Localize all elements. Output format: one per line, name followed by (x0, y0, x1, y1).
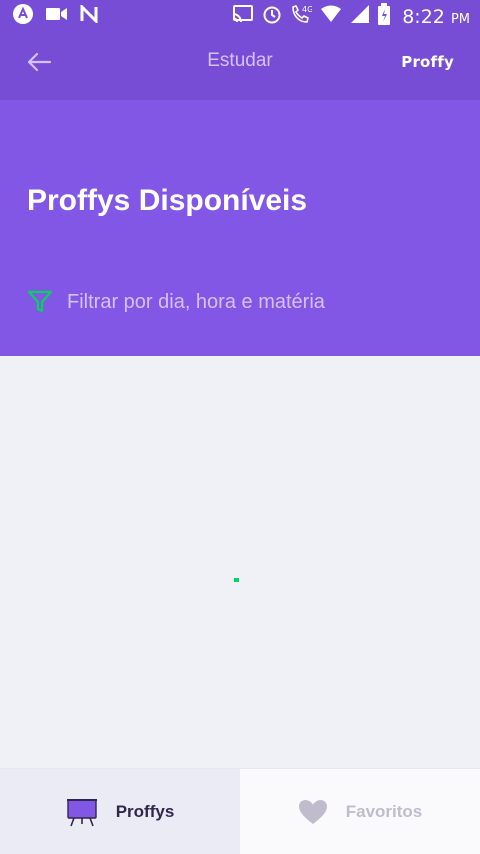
battery-icon (378, 3, 391, 30)
tab-label-favoritos: Favoritos (345, 802, 423, 821)
wifi-icon (320, 5, 342, 28)
filter-icon (27, 290, 53, 314)
filter-label: Filtrar por dia, hora e matéria (67, 290, 325, 313)
filter-toggle[interactable]: Filtrar por dia, hora e matéria (27, 290, 325, 314)
status-bar: 4G 8:22 PM (0, 0, 480, 33)
tab-label-proffys: Proffys (115, 802, 175, 821)
loading-indicator (234, 578, 239, 582)
header-title: Proffys Disponíveis (27, 184, 308, 217)
signal-icon (350, 4, 370, 29)
clock-time: 8:22 (402, 5, 445, 28)
bottom-tab-bar: Proffys Favoritos (0, 768, 480, 854)
react-native-icon (12, 3, 34, 30)
clock: 8:22 PM (402, 6, 470, 28)
cast-icon (232, 5, 254, 28)
network-type-label: 4G (302, 5, 312, 14)
alarm-icon (262, 4, 282, 29)
clock-ampm: PM (450, 11, 470, 27)
tab-favoritos[interactable]: Favoritos (240, 769, 480, 854)
n-icon (80, 3, 98, 28)
heart-icon (298, 799, 328, 825)
top-bar: Estudar Proffy (0, 33, 480, 100)
page-header: Proffys Disponíveis Filtrar por dia, hor… (0, 100, 480, 356)
video-camera-icon (46, 6, 68, 27)
back-button[interactable] (26, 52, 52, 72)
arrow-left-icon (27, 52, 52, 71)
proffy-logo: Proffy (401, 52, 454, 71)
phone-icon: 4G (290, 4, 314, 29)
easel-icon (66, 797, 98, 827)
tab-proffys[interactable]: Proffys (0, 769, 240, 854)
